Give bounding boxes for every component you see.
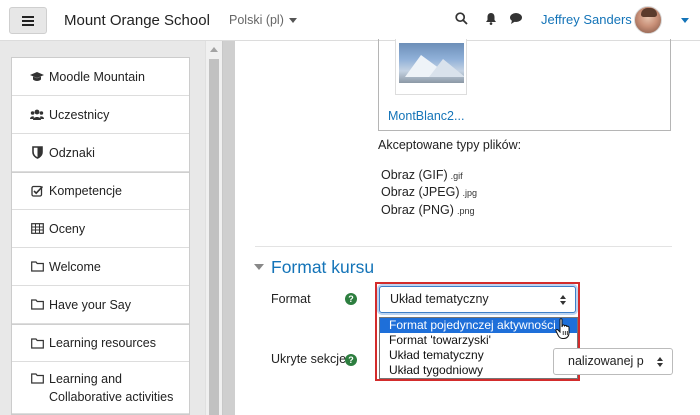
format-label: Format (271, 292, 311, 306)
sidebar-item-participants[interactable]: Uczestnicy (12, 96, 189, 134)
select-arrows-icon (560, 295, 566, 305)
hidden-sections-select-value: nalizowanej p (568, 354, 644, 368)
notifications-bell-icon[interactable] (485, 12, 497, 25)
checkbox-icon (30, 184, 44, 198)
format-select-value: Układ tematyczny (390, 292, 489, 306)
format-option[interactable]: Format 'towarzyski' (380, 333, 577, 348)
file-thumbnail[interactable] (395, 39, 467, 95)
graduation-cap-icon (30, 70, 44, 84)
users-icon (30, 108, 44, 122)
nav-drawer: Moodle Mountain Uczestnicy Odznaki Kompe… (0, 41, 222, 415)
messages-chat-icon[interactable] (509, 12, 523, 25)
sidebar-item-label: Learning and Collaborative activities (49, 372, 174, 404)
sidebar-item-learning-collaborative[interactable]: Learning and Collaborative activities (12, 362, 189, 414)
help-icon[interactable]: ? (345, 354, 357, 366)
chevron-down-icon (288, 18, 297, 24)
hidden-sections-label: Ukryte sekcje (271, 352, 347, 366)
user-menu-chevron-icon[interactable] (681, 18, 689, 23)
section-divider (255, 246, 672, 247)
folder-icon (30, 260, 44, 274)
sidebar-item-label: Oceny (49, 221, 86, 236)
sidebar-item-grades[interactable]: Oceny (12, 210, 189, 248)
sidebar-item-learning-resources[interactable]: Learning resources (12, 324, 189, 362)
scrollbar-thumb[interactable] (209, 59, 219, 415)
hamburger-icon (22, 15, 34, 26)
highlight-box: Układ tematyczny Format pojedynczej akty… (375, 282, 580, 381)
accepted-type-item: Obraz (GIF) .gif (381, 168, 463, 182)
shield-icon (30, 146, 44, 160)
nav-drawer-toggle-button[interactable] (9, 7, 47, 34)
filemanager-box: MontBlanc2... (378, 39, 671, 131)
select-arrows-icon (657, 357, 663, 367)
accepted-types-label: Akceptowane typy plików: (378, 138, 522, 152)
format-option[interactable]: Układ tematyczny (380, 348, 577, 363)
sidebar-item-label: Welcome (49, 259, 101, 274)
table-icon (30, 222, 44, 236)
sidebar-item-label: Have your Say (49, 297, 131, 312)
hand-pointer-cursor-icon (555, 318, 570, 339)
user-avatar[interactable] (634, 6, 662, 34)
folder-icon (30, 298, 44, 312)
sidebar-scrollbar[interactable] (205, 41, 222, 415)
accepted-type-item: Obraz (PNG) .png (381, 203, 475, 217)
mountain-image (399, 43, 464, 83)
sidebar-item-have-your-say[interactable]: Have your Say (12, 286, 189, 324)
language-label: Polski (pl) (229, 13, 284, 27)
sidebar-item-label: Odznaki (49, 145, 95, 160)
sidebar-item-competencies[interactable]: Kompetencje (12, 172, 189, 210)
sidebar-item-label: Moodle Mountain (49, 69, 145, 84)
sidebar-item-badges[interactable]: Odznaki (12, 134, 189, 172)
collapse-chevron-icon[interactable] (254, 264, 264, 270)
site-name-link[interactable]: Mount Orange School (64, 12, 210, 29)
file-name-link[interactable]: MontBlanc2... (388, 109, 464, 123)
top-navbar: Mount Orange School Polski (pl) Jeffrey … (0, 0, 700, 41)
accepted-type-item: Obraz (JPEG) .jpg (381, 185, 478, 199)
user-menu-name[interactable]: Jeffrey Sanders (541, 12, 632, 27)
format-select[interactable]: Układ tematyczny (379, 286, 576, 313)
scroll-up-arrow-icon[interactable] (210, 47, 218, 52)
sidebar-item-label: Uczestnicy (49, 107, 110, 122)
sidebar-item-welcome[interactable]: Welcome (12, 248, 189, 286)
sidebar-item-label: Learning resources (49, 336, 157, 350)
main-content: MontBlanc2... Akceptowane typy plików: O… (235, 39, 700, 415)
sidebar-item-moodle-mountain[interactable]: Moodle Mountain (12, 58, 189, 96)
sidebar-item-label: Kompetencje (49, 184, 122, 198)
format-option[interactable]: Format pojedynczej aktywności (380, 318, 577, 333)
language-menu[interactable]: Polski (pl) (229, 13, 297, 27)
hidden-sections-select[interactable]: nalizowanej p (553, 348, 673, 375)
search-icon[interactable] (455, 12, 468, 25)
format-dropdown-list: Format pojedynczej aktywności Format 'to… (379, 317, 578, 379)
course-navigation-list: Moodle Mountain Uczestnicy Odznaki Kompe… (11, 57, 190, 415)
folder-icon (30, 336, 44, 350)
folder-icon (30, 371, 44, 385)
page-gutter (222, 41, 235, 415)
format-option[interactable]: Układ tygodniowy (380, 363, 577, 378)
help-icon[interactable]: ? (345, 293, 357, 305)
section-title-course-format[interactable]: Format kursu (271, 257, 374, 278)
